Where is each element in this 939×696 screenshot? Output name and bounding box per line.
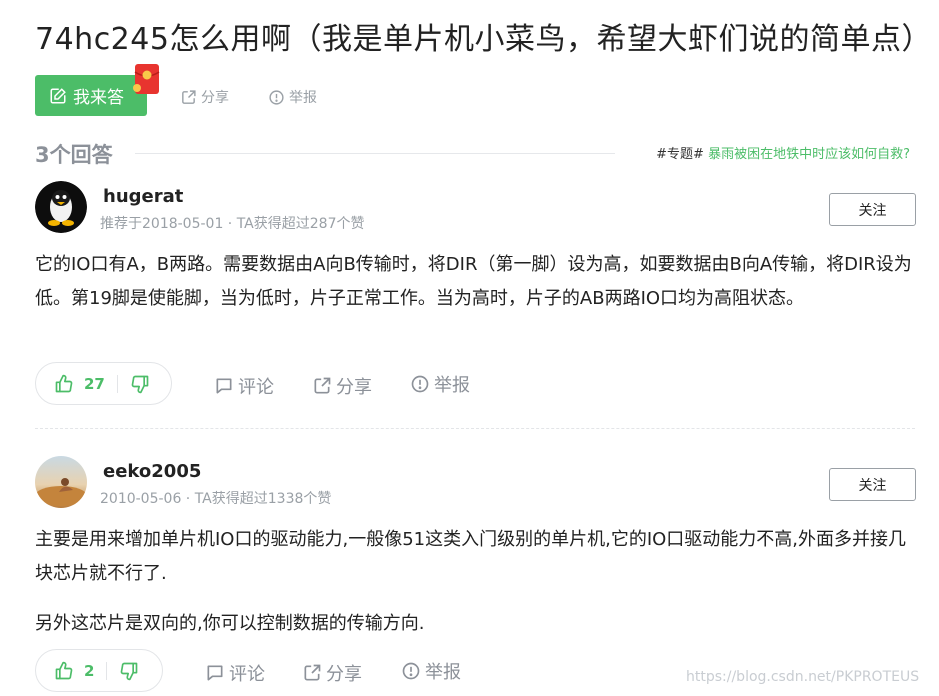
topic-tag: #专题# 暴雨被困在地铁中时应该如何自救? — [656, 143, 910, 162]
avatar[interactable] — [35, 181, 87, 233]
answer-paragraph: 它的IO口有A，B两路。需要数据由A向B传输时，将DIR（第一脚）设为高，如要数… — [35, 254, 912, 309]
vote-separator — [116, 374, 118, 393]
question-report-button[interactable]: 举报 — [268, 87, 317, 107]
answer-username[interactable]: hugerat — [103, 186, 183, 207]
comment-icon — [207, 665, 223, 681]
red-packet-icon[interactable] — [132, 62, 162, 96]
header-divider — [135, 153, 615, 154]
share-icon — [304, 664, 321, 681]
thumbs-down-icon — [121, 662, 138, 680]
edit-icon — [50, 87, 66, 103]
answer-button[interactable]: 我来答 — [35, 75, 147, 116]
thumbs-up-icon — [55, 374, 73, 392]
answer-username[interactable]: eeko2005 — [103, 461, 201, 482]
follow-button[interactable]: 关注 — [829, 468, 916, 501]
report-button[interactable]: 举报 — [410, 371, 470, 397]
vote-box: 27 — [35, 362, 172, 405]
vote-separator — [106, 661, 108, 680]
report-button[interactable]: 举报 — [401, 658, 461, 684]
answer-body: 它的IO口有A，B两路。需要数据由A向B传输时，将DIR（第一脚）设为高，如要数… — [35, 248, 915, 316]
downvote-button[interactable] — [130, 374, 150, 394]
scenery-avatar-icon — [35, 456, 87, 508]
topic-prefix: #专题# — [656, 147, 704, 162]
question-title: 74hc245怎么用啊（我是单片机小菜鸟，希望大虾们说的简单点） — [35, 22, 932, 57]
avatar[interactable] — [35, 456, 87, 508]
topic-link[interactable]: 暴雨被困在地铁中时应该如何自救? — [708, 147, 910, 162]
upvote-count: 2 — [84, 661, 95, 680]
vote-box: 2 — [35, 649, 163, 692]
question-share-button[interactable]: 分享 — [180, 87, 229, 107]
comment-button[interactable]: 评论 — [205, 660, 265, 686]
upvote-button[interactable]: 27 — [36, 374, 105, 394]
answers-header: 3个回答 #专题# 暴雨被困在地铁中时应该如何自救? — [35, 139, 915, 167]
upvote-button[interactable]: 2 — [36, 661, 94, 681]
watermark: https://blog.csdn.net/PKPROTEUS — [686, 669, 920, 685]
answer-body: 主要是用来增加单片机IO口的驱动能力,一般像51这类入门级别的单片机,它的IO口… — [35, 523, 915, 641]
answer-meta: 推荐于2018-05-01 · TA获得超过287个赞 — [100, 216, 365, 232]
downvote-button[interactable] — [119, 661, 139, 681]
penguin-avatar-icon — [35, 181, 87, 233]
share-icon — [314, 377, 331, 394]
answer-paragraph: 主要是用来增加单片机IO口的驱动能力,一般像51这类入门级别的单片机,它的IO口… — [35, 529, 907, 584]
answer-count: 3个回答 — [35, 143, 113, 167]
thumbs-up-icon — [55, 661, 73, 679]
follow-button[interactable]: 关注 — [829, 193, 916, 226]
answer-divider — [35, 428, 915, 429]
share-button[interactable]: 分享 — [312, 373, 372, 399]
upvote-count: 27 — [84, 374, 105, 393]
comment-button[interactable]: 评论 — [214, 373, 274, 399]
share-icon — [182, 89, 196, 104]
answer-meta: 2010-05-06 · TA获得超过1338个赞 — [100, 491, 332, 507]
report-icon — [402, 662, 420, 680]
comment-icon — [216, 378, 232, 394]
answer-button-label: 我来答 — [73, 88, 124, 108]
report-icon — [411, 375, 429, 393]
answer-paragraph: 另外这芯片是双向的,你可以控制数据的传输方向. — [35, 613, 425, 634]
share-button[interactable]: 分享 — [302, 660, 362, 686]
report-icon — [269, 89, 284, 105]
thumbs-down-icon — [131, 375, 149, 393]
